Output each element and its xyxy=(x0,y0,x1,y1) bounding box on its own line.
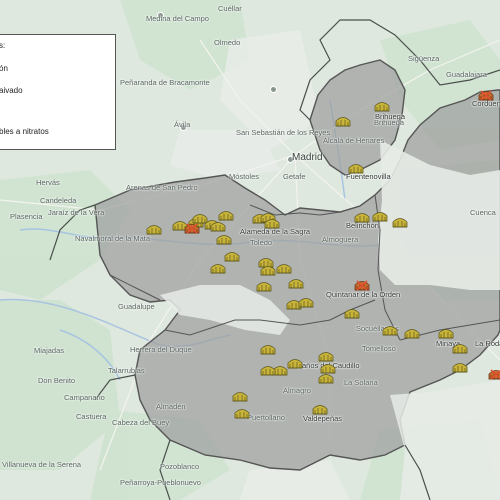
legend-title: s: xyxy=(0,41,6,50)
map-label: La Solana xyxy=(344,378,378,387)
facility-marker[interactable] xyxy=(210,262,226,274)
map-label: Campanario xyxy=(64,393,105,402)
facility-marker[interactable] xyxy=(232,390,248,402)
facility-marker[interactable] xyxy=(260,343,276,355)
facility-marker[interactable] xyxy=(234,407,250,419)
facility-marker[interactable] xyxy=(298,296,314,308)
map-legend: s: ón aivado bles a nitratos xyxy=(0,34,116,150)
facility-marker[interactable] xyxy=(288,277,304,289)
map-label: San Sebastián de los Reyes xyxy=(236,128,331,137)
map-label: Jaraíz de la Vera xyxy=(48,208,105,217)
map-label: Tomelloso xyxy=(362,344,396,353)
map-label-capital: Madrid xyxy=(292,152,323,163)
map-canvas[interactable]: Cuéllar Medina del Campo Olmedo Sigüenza… xyxy=(0,0,500,500)
facility-marker[interactable] xyxy=(216,233,232,245)
facility-marker[interactable] xyxy=(372,210,388,222)
map-label: Almoguera xyxy=(322,235,359,244)
facility-marker[interactable] xyxy=(438,327,454,339)
map-label: Arenas de San Pedro xyxy=(126,183,198,192)
facility-marker[interactable] xyxy=(312,403,328,415)
legend-item: ón xyxy=(0,64,8,73)
map-label: Hervás xyxy=(36,178,60,187)
facility-marker[interactable] xyxy=(354,211,370,223)
map-label: Alcalá de Henares xyxy=(323,136,385,145)
map-label: Villanueva de la Serena xyxy=(2,460,82,469)
map-label: Pozoblanco xyxy=(160,462,200,471)
map-label: Candeleda xyxy=(40,196,77,205)
facility-marker[interactable] xyxy=(146,223,162,235)
facility-marker[interactable] xyxy=(392,216,408,228)
map-label: Ávila xyxy=(174,120,191,129)
map-label: Getafe xyxy=(283,172,306,181)
facility-marker[interactable] xyxy=(335,115,351,127)
facility-marker[interactable] xyxy=(344,307,360,319)
map-label: Herrera del Duque xyxy=(130,345,192,354)
map-label: Cuenca xyxy=(470,208,496,217)
facility-marker[interactable] xyxy=(224,250,240,262)
map-label: Castuera xyxy=(76,412,107,421)
map-label: Peñaranda de Bracamonte xyxy=(120,78,210,87)
facility-marker[interactable] xyxy=(374,100,390,112)
legend-item: bles a nitratos xyxy=(0,127,49,136)
town-label: Brihuega xyxy=(375,112,406,121)
map-label: Plasencia xyxy=(10,212,43,221)
map-label: Miajadas xyxy=(34,346,65,355)
town-label: Quintanar de la Orden xyxy=(326,290,401,299)
map-label: Cuéllar xyxy=(218,4,242,13)
map-label: Almagro xyxy=(283,386,311,395)
map-label: Guadalupe xyxy=(118,302,155,311)
facility-marker[interactable] xyxy=(210,220,226,232)
facility-marker[interactable] xyxy=(260,264,276,276)
facility-marker[interactable] xyxy=(452,361,468,373)
map-label: Olmedo xyxy=(214,38,241,47)
map-label: Sigüenza xyxy=(408,54,440,63)
map-label: Navalmoral de la Mata xyxy=(75,234,151,243)
map-label: Peñarroya-Pueblonuevo xyxy=(120,478,201,487)
facility-closed-marker[interactable] xyxy=(354,279,370,291)
map-label: Toledo xyxy=(250,238,273,247)
map-label: Guadalajara xyxy=(446,70,487,79)
legend-item: aivado xyxy=(0,86,23,95)
facility-marker[interactable] xyxy=(260,364,276,376)
map-label: Cabeza del Buey xyxy=(112,418,170,427)
map-label: Don Benito xyxy=(38,376,76,385)
facility-marker[interactable] xyxy=(382,324,398,336)
facility-marker[interactable] xyxy=(287,357,303,369)
town-label: La Roda xyxy=(475,339,500,348)
facility-marker[interactable] xyxy=(264,217,280,229)
facility-marker[interactable] xyxy=(452,342,468,354)
facility-marker[interactable] xyxy=(404,327,420,339)
facility-closed-marker[interactable] xyxy=(478,89,494,101)
facility-closed-marker[interactable] xyxy=(184,222,200,234)
facility-marker[interactable] xyxy=(276,262,292,274)
facility-marker[interactable] xyxy=(348,162,364,174)
facility-marker[interactable] xyxy=(318,372,334,384)
map-label: Talarrubias xyxy=(108,366,145,375)
facility-marker[interactable] xyxy=(256,280,272,292)
town-pin xyxy=(270,86,277,93)
map-label: Puertollano xyxy=(247,413,285,422)
facility-closed-marker[interactable] xyxy=(488,368,500,380)
map-label: Medina del Campo xyxy=(146,14,209,23)
facility-marker[interactable] xyxy=(318,350,334,362)
map-label: Móstoles xyxy=(229,172,260,181)
map-label: Almadén xyxy=(156,402,186,411)
town-label: Valdepeñas xyxy=(303,414,343,423)
